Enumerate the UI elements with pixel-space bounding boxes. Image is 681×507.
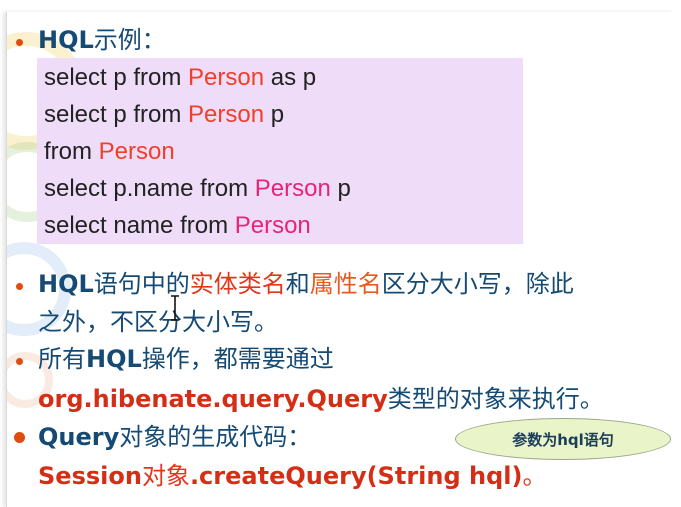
bullet-dot-icon	[14, 432, 25, 443]
callout-bubble: 参数为hql语句	[455, 418, 671, 460]
bullet3-text: 类型的对象来执行。	[387, 385, 604, 413]
bullet4-session: Session	[38, 462, 142, 490]
bullet-dot-icon	[16, 39, 23, 46]
code-entity: Person	[188, 64, 265, 91]
bullet2-property-name: 属性名	[309, 270, 382, 298]
code-example-box: select p from Person as p select p from …	[37, 58, 523, 244]
bullet3-text: 操作，都需要通过	[141, 345, 334, 373]
code-text: as p	[264, 64, 317, 91]
code-text: select p from	[44, 101, 189, 128]
code-entity: Person	[98, 138, 175, 165]
code-text: select name from	[44, 212, 235, 239]
bullet3-line2: org.hibenate.query.Query类型的对象来执行。	[38, 385, 604, 413]
code-line: select p.name from Person p	[44, 175, 351, 203]
bullet4-create-query: .createQuery(String hql)	[189, 462, 523, 490]
bullet4-text: 对象的生成代码：	[119, 423, 312, 451]
code-entity: Person	[254, 175, 331, 202]
code-line: select name from Person	[44, 212, 311, 240]
bullet2-text: 和	[285, 270, 310, 298]
code-text: select p.name from	[44, 175, 255, 202]
bullet3-line1: 所有HQL操作，都需要通过	[38, 345, 334, 373]
code-text: from	[44, 138, 99, 165]
bullet3-text: 所有	[38, 345, 86, 373]
bullet4-line2: Session对象.createQuery(String hql)。	[38, 462, 546, 490]
bullet2-line2: 之外，不区分大小写。	[38, 308, 278, 336]
bullet2-hql: HQL	[38, 270, 94, 298]
bullet4-query: Query	[38, 423, 120, 451]
bullet2-text: 区分大小写，除此	[381, 270, 574, 298]
code-entity: Person	[234, 212, 311, 239]
bullet4-text: 。	[522, 462, 547, 490]
bullet4-text: 对象	[141, 462, 190, 490]
code-text: p	[264, 101, 285, 128]
bullet2-entity-name: 实体类名	[189, 270, 286, 298]
bullet4-line1: Query对象的生成代码：	[38, 423, 311, 451]
code-text: select p from	[44, 64, 189, 91]
code-line: select p from Person p	[44, 101, 284, 129]
heading-hql: HQL	[38, 26, 94, 54]
heading-line: HQL示例：	[38, 26, 166, 54]
bullet2-line1: HQL语句中的实体类名和属性名区分大小写，除此	[38, 270, 574, 298]
bullet2-text: 语句中的	[93, 270, 190, 298]
bullet-dot-icon	[16, 358, 23, 365]
code-line: select p from Person as p	[44, 64, 316, 92]
code-line: from Person	[44, 138, 175, 166]
heading-suffix: 示例：	[93, 26, 166, 54]
bullet3-hql: HQL	[86, 345, 142, 373]
bullet3-class-name: org.hibenate.query.Query	[38, 385, 388, 413]
code-text: p	[330, 175, 351, 202]
code-entity: Person	[188, 101, 265, 128]
text-cursor-icon	[171, 295, 179, 321]
bullet-dot-icon	[16, 283, 23, 290]
